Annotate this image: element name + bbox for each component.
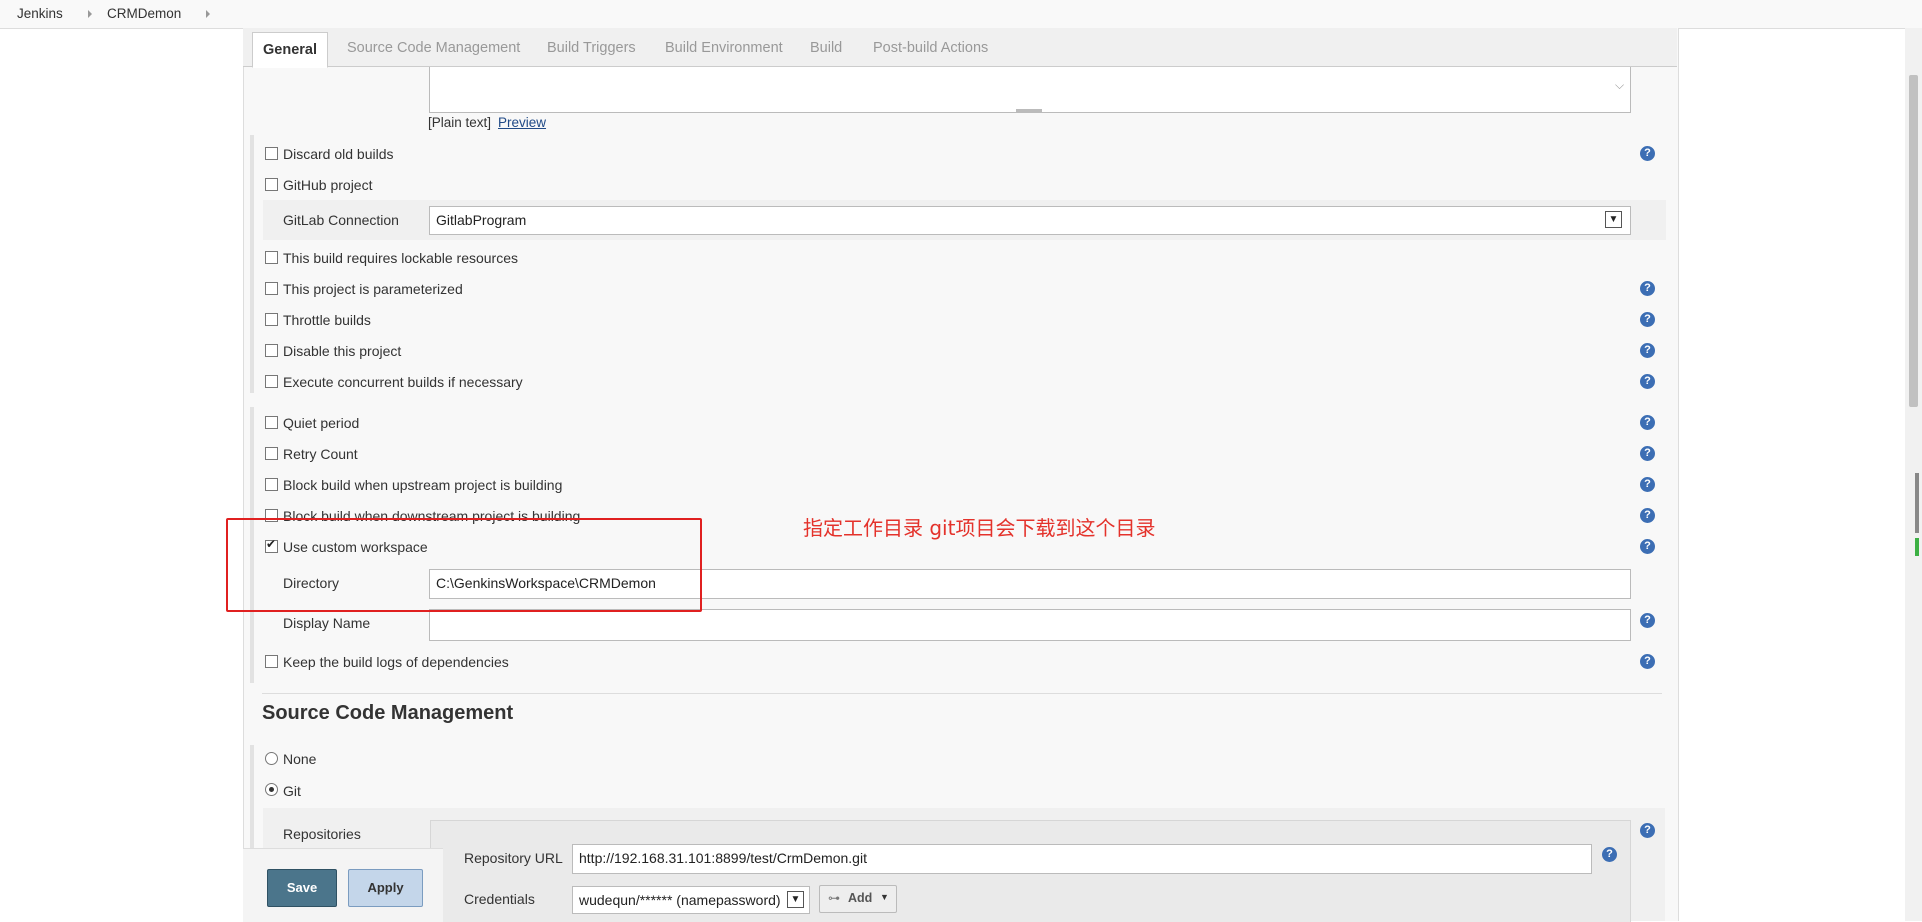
quiet-period-checkbox[interactable] xyxy=(265,416,278,429)
parameterized-label: This project is parameterized xyxy=(283,281,463,297)
block-upstream-label: Block build when upstream project is bui… xyxy=(283,477,563,493)
throttle-builds-checkbox[interactable] xyxy=(265,313,278,326)
key-icon: ⊶ xyxy=(828,891,840,905)
help-icon[interactable]: ? xyxy=(1640,343,1655,358)
section-divider xyxy=(250,135,254,393)
throttle-builds-label: Throttle builds xyxy=(283,312,371,328)
discard-old-builds-label: Discard old builds xyxy=(283,146,394,162)
breadcrumb: Jenkins CRMDemon xyxy=(0,0,1922,29)
display-name-input[interactable] xyxy=(429,609,1631,641)
retry-count-label: Retry Count xyxy=(283,446,358,462)
scm-git-label: Git xyxy=(283,783,301,799)
repository-url-value: http://192.168.31.101:8899/test/CrmDemon… xyxy=(579,850,867,866)
repositories-label: Repositories xyxy=(283,826,361,842)
annotation-box xyxy=(226,518,702,612)
section-separator xyxy=(262,693,1662,694)
help-icon[interactable]: ? xyxy=(1640,312,1655,327)
caret-down-icon: ▼ xyxy=(880,892,889,902)
github-project-label: GitHub project xyxy=(283,177,373,193)
tab-general[interactable]: General xyxy=(252,32,328,68)
discard-old-builds-checkbox[interactable] xyxy=(265,147,278,160)
help-icon[interactable]: ? xyxy=(1640,613,1655,628)
help-icon[interactable]: ? xyxy=(1602,847,1617,862)
credentials-select[interactable]: wudequn/****** (namepassword) xyxy=(572,886,810,914)
breadcrumb-jenkins[interactable]: Jenkins xyxy=(17,6,63,21)
retry-count-checkbox[interactable] xyxy=(265,447,278,460)
config-panel xyxy=(243,28,1679,921)
apply-button[interactable]: Apply xyxy=(348,869,423,907)
add-credentials-button[interactable]: ⊶ Add ▼ xyxy=(819,885,897,913)
quiet-period-label: Quiet period xyxy=(283,415,360,431)
chevron-down-icon[interactable]: ▼ xyxy=(1605,211,1622,228)
annotation-text: 指定工作目录 git项目会下载到这个目录 xyxy=(803,516,1156,540)
github-project-checkbox[interactable] xyxy=(265,178,278,191)
chevron-down-icon: ⌵ xyxy=(1615,78,1625,92)
scroll-position-marker xyxy=(1915,473,1919,533)
help-icon[interactable]: ? xyxy=(1640,508,1655,523)
help-icon[interactable]: ? xyxy=(1640,146,1655,161)
add-button-label: Add xyxy=(848,891,873,905)
block-upstream-checkbox[interactable] xyxy=(265,478,278,491)
repository-url-input[interactable]: http://192.168.31.101:8899/test/CrmDemon… xyxy=(572,844,1592,874)
tab-build-environment[interactable]: Build Environment xyxy=(665,40,783,56)
credentials-value: wudequn/****** (namepassword) xyxy=(579,892,781,908)
credentials-label: Credentials xyxy=(464,891,535,907)
scrollbar-thumb[interactable] xyxy=(1909,75,1918,407)
tab-build[interactable]: Build xyxy=(810,40,842,56)
help-icon[interactable]: ? xyxy=(1640,446,1655,461)
description-textarea[interactable] xyxy=(429,67,1631,113)
lockable-resources-label: This build requires lockable resources xyxy=(283,250,518,266)
concurrent-builds-label: Execute concurrent builds if necessary xyxy=(283,374,523,390)
gitlab-connection-select[interactable]: GitlabProgram xyxy=(429,206,1631,235)
config-tabs: General Source Code Management Build Tri… xyxy=(243,28,1677,68)
help-icon[interactable]: ? xyxy=(1640,281,1655,296)
help-icon[interactable]: ? xyxy=(1640,654,1655,669)
tab-source-code-management[interactable]: Source Code Management xyxy=(347,40,520,56)
gitlab-connection-value: GitlabProgram xyxy=(436,212,527,228)
help-icon[interactable]: ? xyxy=(1640,539,1655,554)
help-icon[interactable]: ? xyxy=(1640,477,1655,492)
page-scrollbar[interactable] xyxy=(1905,28,1922,921)
disable-project-checkbox[interactable] xyxy=(265,344,278,357)
scroll-position-marker xyxy=(1915,538,1919,556)
breadcrumb-separator-icon[interactable] xyxy=(88,10,92,18)
help-icon[interactable]: ? xyxy=(1640,823,1655,838)
scm-none-label: None xyxy=(283,751,317,767)
tab-post-build-actions[interactable]: Post-build Actions xyxy=(873,40,988,56)
parameterized-checkbox[interactable] xyxy=(265,282,278,295)
disable-project-label: Disable this project xyxy=(283,343,402,359)
chevron-down-icon[interactable]: ▼ xyxy=(787,891,804,908)
keep-logs-checkbox[interactable] xyxy=(265,655,278,668)
breadcrumb-crmdemon[interactable]: CRMDemon xyxy=(107,6,181,21)
save-button[interactable]: Save xyxy=(267,869,337,907)
display-name-label: Display Name xyxy=(283,615,371,631)
tab-build-triggers[interactable]: Build Triggers xyxy=(547,40,636,56)
repository-url-label: Repository URL xyxy=(464,850,563,866)
scm-section-title: Source Code Management xyxy=(262,702,514,724)
help-icon[interactable]: ? xyxy=(1640,374,1655,389)
keep-logs-label: Keep the build logs of dependencies xyxy=(283,654,509,670)
concurrent-builds-checkbox[interactable] xyxy=(265,375,278,388)
lockable-resources-checkbox[interactable] xyxy=(265,251,278,264)
breadcrumb-separator-icon[interactable] xyxy=(206,10,210,18)
scm-git-radio[interactable] xyxy=(265,783,278,796)
textarea-resize-handle[interactable] xyxy=(1016,109,1042,112)
gitlab-connection-label: GitLab Connection xyxy=(283,212,399,228)
help-icon[interactable]: ? xyxy=(1640,415,1655,430)
plain-text-label: [Plain text] xyxy=(428,115,492,130)
preview-link[interactable]: Preview xyxy=(498,115,546,130)
scm-none-radio[interactable] xyxy=(265,752,278,765)
